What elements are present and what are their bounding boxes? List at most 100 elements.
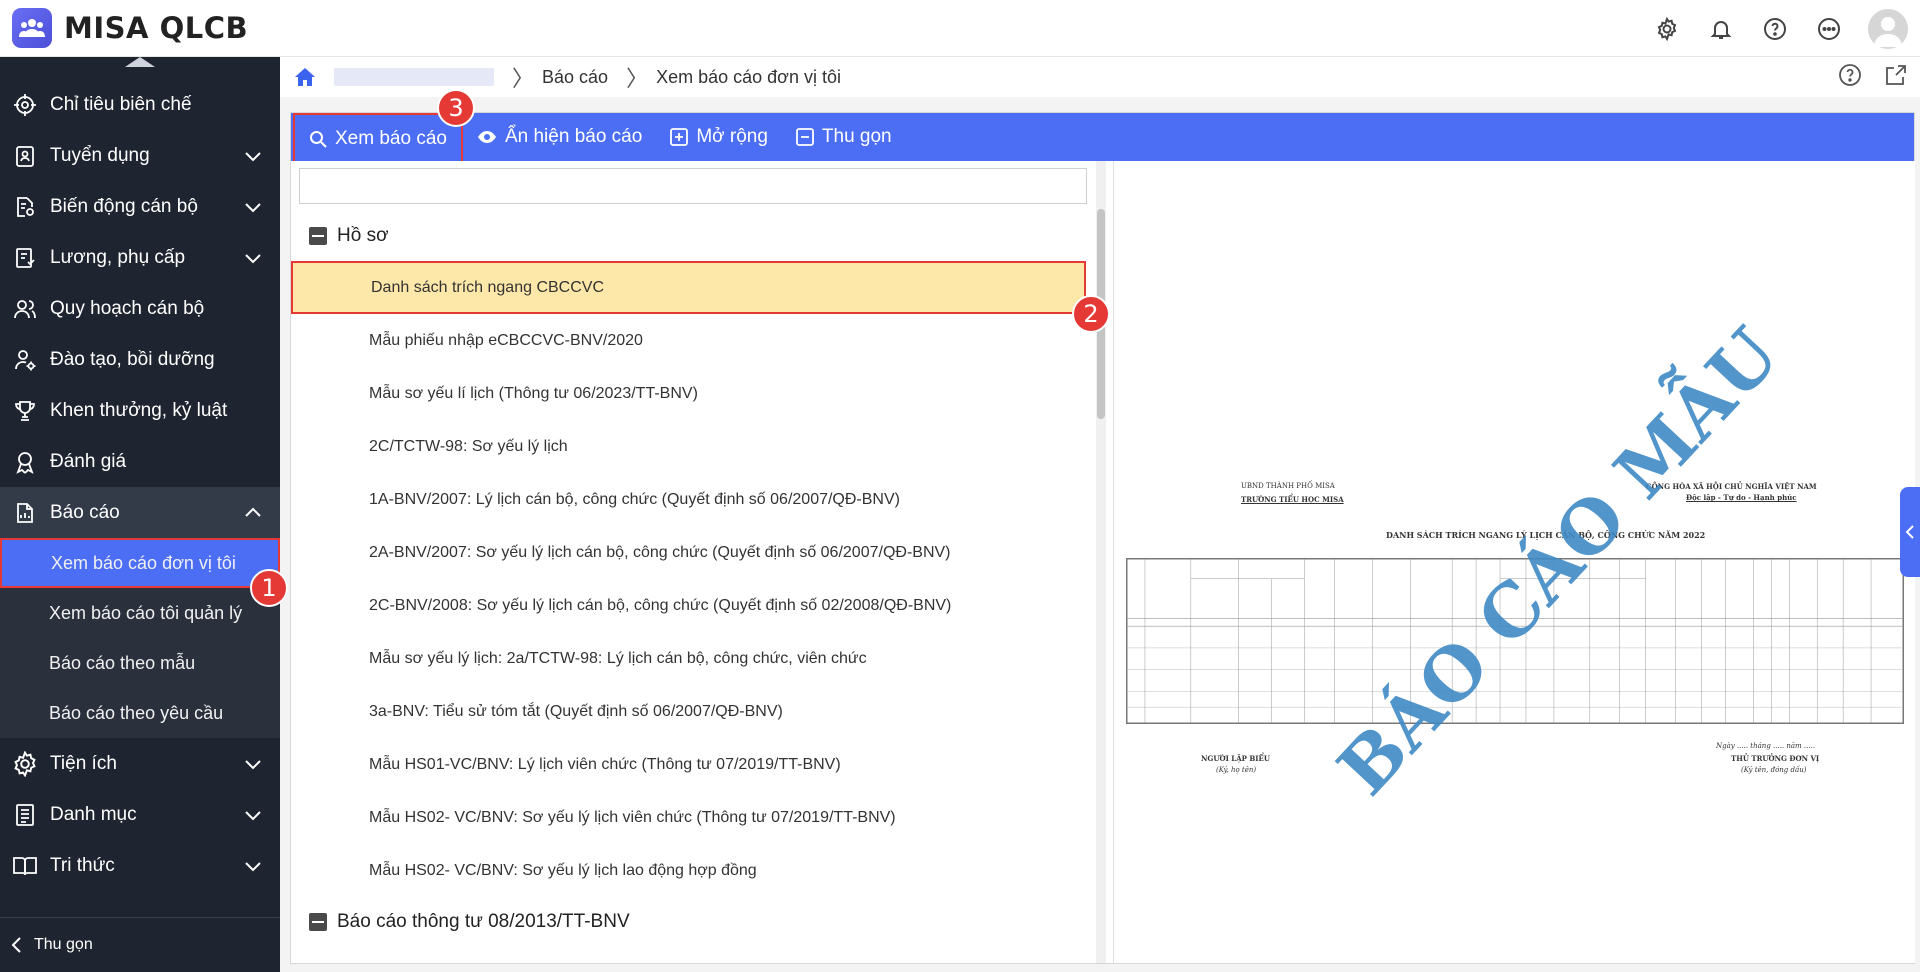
sidebar-item-label: Chỉ tiêu biên chế [50, 93, 192, 115]
tree-item[interactable]: Mẫu phiếu nhập eCBCCVC-BNV/2020 [291, 314, 1086, 367]
view-report-button[interactable]: Xem báo cáo 3 [293, 89, 475, 165]
sidebar-item-danh-gia[interactable]: Đánh giá [0, 436, 280, 487]
list-icon [12, 802, 38, 828]
sidebar: Chỉ tiêu biên chế Tuyển dụng Biến động c… [0, 57, 288, 972]
doc-signer-left-note: (Ký, họ tên) [1216, 766, 1257, 774]
breadcrumb-separator: 〉 [512, 66, 535, 91]
tree-item[interactable]: Mẫu HS02- VC/BNV: Sơ yếu lý lịch lao độn… [291, 844, 1086, 897]
main-content: 〉 Báo cáo 〉 Xem báo cáo đơn vị tôi Xem b… [280, 57, 1920, 972]
tree-item[interactable]: Mẫu sơ yếu lí lịch (Thông tư 06/2023/TT-… [291, 367, 1086, 420]
tree-item[interactable]: 2A-BNV/2007: Sơ yếu lý lịch cán bộ, công… [291, 526, 1086, 579]
app-logo[interactable]: MISA QLCB [12, 8, 248, 48]
doc-nation-line2: Độc lập - Tự do - Hạnh phúc [1686, 493, 1797, 502]
collapse-minus-icon[interactable] [309, 227, 327, 245]
sidebar-collapse-button[interactable]: Thu gọn [0, 917, 280, 972]
breadcrumb-actions [1838, 63, 1908, 87]
chevron-down-icon [245, 811, 261, 821]
report-toolbar: Xem báo cáo 3 Ẩn hiện báo cáo Mở rộng Th… [291, 89, 1914, 165]
tree-item[interactable]: Mẫu HS01-VC/BNV: Lý lịch viên chức (Thôn… [291, 738, 1086, 791]
doc-signer-right: THỦ TRƯỞNG ĐƠN VỊ [1731, 754, 1820, 763]
step-badge-1: 1 [250, 569, 288, 607]
report-panel: Xem báo cáo 3 Ẩn hiện báo cáo Mở rộng Th… [290, 89, 1915, 964]
open-external-icon[interactable] [1884, 63, 1908, 87]
tree-item[interactable]: 1A-BNV/2007: Lý lịch cán bộ, công chức (… [291, 473, 1086, 526]
report-icon [12, 500, 38, 526]
preview-side-toggle[interactable] [1900, 487, 1920, 577]
top-actions [1652, 0, 1908, 57]
toggle-report-button[interactable]: Ẩn hiện báo cáo [463, 113, 656, 161]
help-icon[interactable] [1760, 14, 1790, 44]
settings-gear-icon[interactable] [1652, 14, 1682, 44]
sidebar-item-khen-thuong-ky-luat[interactable]: Khen thưởng, kỷ luật [0, 385, 280, 436]
sidebar-item-label: Đánh giá [50, 450, 127, 472]
more-icon[interactable] [1814, 14, 1844, 44]
sidebar-item-tuyen-dung[interactable]: Tuyển dụng [0, 130, 280, 181]
target-icon [12, 92, 38, 118]
breadcrumb-item-report[interactable]: Báo cáo [542, 67, 608, 88]
expand-all-button[interactable]: Mở rộng [656, 113, 782, 161]
toggle-report-label: Ẩn hiện báo cáo [504, 126, 643, 147]
tree-group-ho-so[interactable]: Hồ sơ [291, 211, 1086, 261]
expand-all-label: Mở rộng [696, 126, 768, 147]
sidebar-item-tri-thuc[interactable]: Tri thức [0, 840, 280, 891]
chevron-down-icon [245, 254, 261, 264]
sidebar-item-chi-tieu-bien-che[interactable]: Chỉ tiêu biên chế [0, 79, 280, 130]
medal-icon [12, 449, 38, 475]
home-icon[interactable] [294, 67, 316, 87]
submenu-bao-cao-theo-mau[interactable]: Báo cáo theo mẫu [0, 638, 280, 688]
sidebar-scroll-up[interactable] [0, 57, 280, 79]
tree-item-label: Mẫu sơ yếu lý lịch: 2a/TCTW-98: Lý lịch … [369, 649, 867, 667]
sidebar-item-danh-muc[interactable]: Danh mục [0, 789, 280, 840]
chevron-down-icon [245, 203, 261, 213]
sidebar-item-luong-phu-cap[interactable]: Lương, phụ cấp [0, 232, 280, 283]
collapse-minus-icon[interactable] [309, 913, 327, 931]
sidebar-item-label: Đào tạo, bồi dưỡng [50, 348, 215, 370]
submenu-xem-bao-cao-don-vi-toi[interactable]: Xem báo cáo đơn vị tôi 1 [0, 538, 288, 607]
avatar[interactable] [1868, 8, 1908, 49]
sidebar-item-label: Tri thức [50, 854, 115, 876]
tree-scrollbar[interactable] [1096, 161, 1106, 963]
tree-item[interactable]: 3a-BNV: Tiểu sử tóm tắt (Quyết định số 0… [291, 685, 1086, 738]
submenu-xem-bao-cao-toi-quan-ly[interactable]: Xem báo cáo tôi quản lý [0, 588, 280, 638]
chevron-left-icon [11, 937, 21, 953]
logo-icon [12, 8, 52, 48]
chevron-down-icon [245, 760, 261, 770]
payroll-icon [12, 245, 38, 271]
sidebar-item-label: Danh mục [50, 803, 137, 825]
tree-item-danh-sach-trich-ngang[interactable]: Danh sách trích ngang CBCCVC 2 [291, 261, 1110, 333]
report-preview-pane: UBND THÀNH PHỐ MISA TRƯỜNG TIỂU HỌC MISA… [1113, 161, 1915, 963]
breadcrumb: 〉 Báo cáo 〉 Xem báo cáo đơn vị tôi [280, 57, 1920, 97]
breadcrumb-unit-name[interactable] [334, 68, 494, 86]
sidebar-item-dao-tao-boi-duong[interactable]: Đào tạo, bồi dưỡng [0, 334, 280, 385]
eye-icon [477, 130, 497, 144]
help-icon[interactable] [1838, 63, 1862, 87]
sidebar-item-bien-dong-can-bo[interactable]: Biến động cán bộ [0, 181, 280, 232]
sidebar-item-quy-hoach-can-bo[interactable]: Quy hoạch cán bộ [0, 283, 280, 334]
plus-square-icon [670, 128, 689, 146]
sidebar-item-bao-cao[interactable]: Báo cáo [0, 487, 280, 538]
submenu-label: Xem báo cáo tôi quản lý [49, 602, 243, 623]
submenu-label: Báo cáo theo mẫu [49, 652, 196, 673]
report-tree-pane: Hồ sơ Danh sách trích ngang CBCCVC 2 Mẫu… [291, 161, 1110, 963]
submenu-bao-cao-theo-yeu-cau[interactable]: Báo cáo theo yêu cầu [0, 688, 280, 738]
users-icon [12, 296, 38, 322]
app-title: MISA QLCB [64, 11, 249, 45]
doc-signer-left: NGƯỜI LẬP BIỂU [1201, 754, 1270, 763]
tree-item-label: 3a-BNV: Tiểu sử tóm tắt (Quyết định số 0… [369, 702, 783, 720]
tree-item[interactable]: 2C/TCTW-98: Sơ yếu lý lịch [291, 420, 1086, 473]
tree-item[interactable]: Mẫu sơ yếu lý lịch: 2a/TCTW-98: Lý lịch … [291, 632, 1086, 685]
tree-item-label: Mẫu HS01-VC/BNV: Lý lịch viên chức (Thôn… [369, 755, 841, 773]
report-submenu: Xem báo cáo đơn vị tôi 1 Xem báo cáo tôi… [0, 538, 288, 738]
tree-item[interactable]: Mẫu HS02- VC/BNV: Sơ yếu lý lịch viên ch… [291, 791, 1086, 844]
step-badge-3: 3 [436, 89, 475, 127]
bell-icon[interactable] [1706, 14, 1736, 44]
report-search-input[interactable] [299, 168, 1087, 204]
submenu-label: Báo cáo theo yêu cầu [49, 702, 224, 723]
sidebar-item-label: Biến động cán bộ [50, 195, 198, 217]
tree-item[interactable]: 2C-BNV/2008: Sơ yếu lý lịch cán bộ, công… [291, 579, 1086, 632]
user-gear-icon [12, 347, 38, 373]
tree-group-bao-cao-thong-tu[interactable]: Báo cáo thông tư 08/2013/TT-BNV [291, 897, 1086, 947]
tree-item-label: Mẫu phiếu nhập eCBCCVC-BNV/2020 [369, 331, 643, 349]
sidebar-item-tien-ich[interactable]: Tiện ích [0, 738, 280, 789]
collapse-all-button[interactable]: Thu gọn [782, 113, 906, 161]
